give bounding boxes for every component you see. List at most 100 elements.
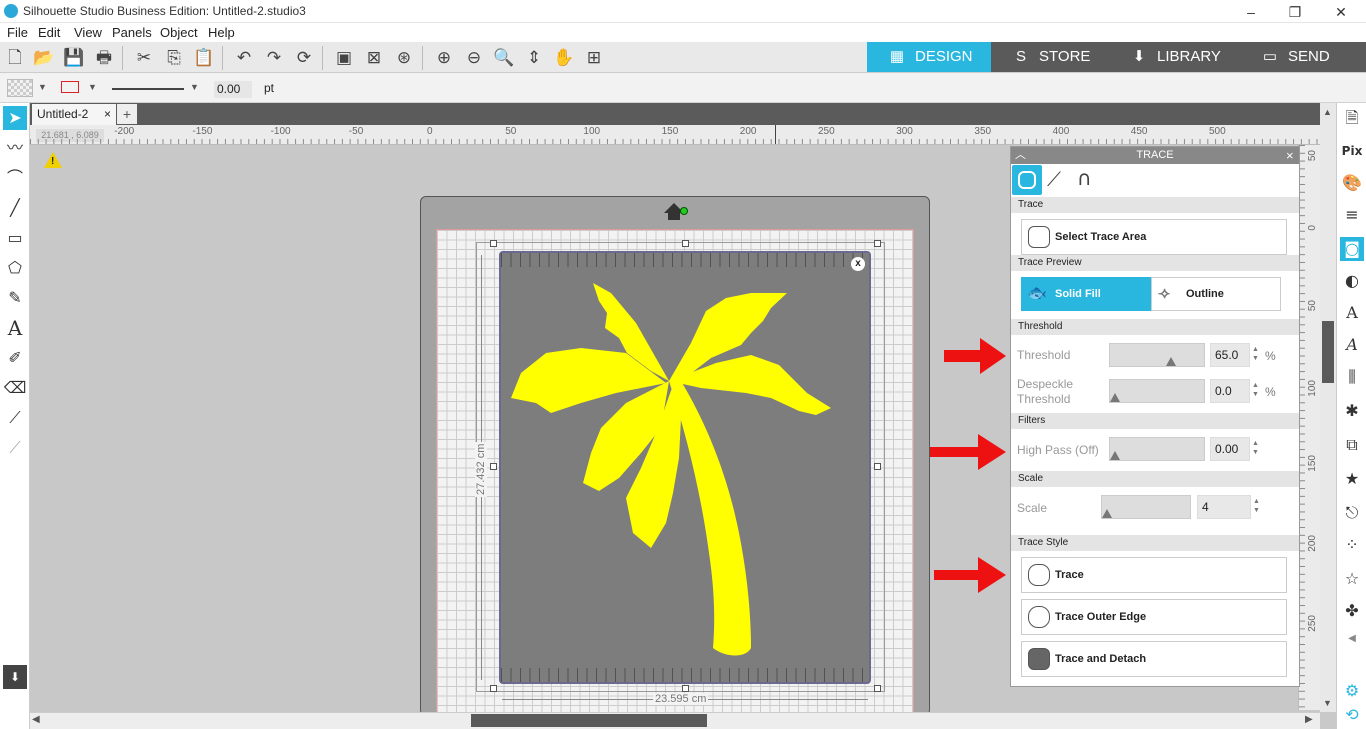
pencil-tool-icon[interactable]: ✎ (3, 286, 27, 310)
line-style-dropdown-icon[interactable]: ▼ (190, 82, 199, 92)
zoom-in-icon[interactable]: ⊕ (432, 47, 456, 69)
align-icon[interactable]: ⫼ (1340, 365, 1364, 389)
cut-icon[interactable]: ✂ (132, 47, 156, 69)
tab-send[interactable]: ▭ SEND (1240, 42, 1366, 72)
horizontal-scroll-thumb[interactable] (471, 714, 707, 727)
trace-panel-icon[interactable]: ◙ (1340, 237, 1364, 261)
select-by-color-icon[interactable]: ⊛ (392, 47, 416, 69)
resize-handle-bl[interactable] (490, 685, 497, 692)
resize-handle-mr[interactable] (874, 463, 881, 470)
scroll-up-icon[interactable]: ▲ (1323, 107, 1332, 117)
sketch-dots-icon[interactable]: ⁘ (1340, 533, 1364, 557)
zoom-out-icon[interactable]: ⊖ (462, 47, 486, 69)
resize-handle-ml[interactable] (490, 463, 497, 470)
menu-view[interactable]: View (74, 25, 102, 40)
undo-icon[interactable]: ↶ (232, 47, 256, 69)
resize-handle-tc[interactable] (682, 240, 689, 247)
collapse-right-icon[interactable]: ◀ (1340, 627, 1364, 651)
scroll-right-icon[interactable]: ▶ (1305, 714, 1313, 725)
line-style-panel-icon[interactable]: ≡ (1340, 203, 1364, 227)
resize-handle-br[interactable] (874, 685, 881, 692)
imported-image[interactable]: x (499, 251, 871, 684)
despeckle-slider[interactable] (1109, 379, 1205, 403)
eyedropper-tool-icon[interactable]: ⟋ (3, 436, 27, 460)
sync-icon[interactable]: ⟲ (1340, 703, 1364, 727)
threshold-spinner-icon[interactable]: ▲ ▼ (1252, 345, 1262, 363)
trace-panel-header[interactable]: TRACE ︿ × (1011, 147, 1299, 164)
pan-hand-icon[interactable]: ✋ (552, 47, 576, 69)
knife-tool-icon[interactable]: ⟋ (3, 406, 27, 430)
text-style-icon[interactable]: A (1340, 333, 1364, 357)
highpass-slider[interactable] (1109, 437, 1205, 461)
page-setup-icon[interactable]: 🗎 (1340, 106, 1364, 130)
document-tab[interactable]: Untitled-2 × (32, 104, 116, 125)
fit-page-icon[interactable]: ⊞ (582, 47, 606, 69)
collapse-chevron-icon[interactable]: ︿ (1015, 147, 1026, 164)
vertical-scrollbar[interactable]: ▲ ▼ (1320, 103, 1336, 712)
scale-slider[interactable] (1101, 495, 1191, 519)
highpass-slider-thumb[interactable] (1110, 451, 1120, 460)
offset-icon[interactable]: ⎋ (1340, 501, 1364, 525)
magnet-tab-icon[interactable]: ∩ (1077, 166, 1092, 190)
highpass-spinner-icon[interactable]: ▲ ▼ (1252, 439, 1262, 457)
replicate-icon[interactable]: ⧉ (1340, 433, 1364, 457)
menu-help[interactable]: Help (208, 25, 235, 40)
solid-fill-toggle[interactable]: 🐟 Solid Fill (1021, 277, 1151, 311)
text-panel-icon[interactable]: A (1340, 301, 1364, 325)
menu-edit[interactable]: Edit (38, 25, 60, 40)
rectangle-tool-icon[interactable]: ▭ (3, 226, 27, 250)
select-arrow-icon[interactable]: ➤ (3, 106, 27, 130)
print-icon[interactable]: 🖶 (92, 47, 116, 69)
vertical-scroll-thumb[interactable] (1322, 321, 1334, 383)
point-edit-icon[interactable]: 〰 (3, 136, 27, 160)
settings-gear-icon[interactable]: ⚙ (1340, 679, 1364, 703)
menu-object[interactable]: Object (160, 25, 198, 40)
curve-tool-icon[interactable]: ⌒ (3, 166, 27, 190)
horizontal-scrollbar[interactable]: ◀ ▶ (30, 712, 1320, 729)
new-file-icon[interactable]: 🗋 (3, 47, 27, 69)
eyedropper-tab-icon[interactable]: ⟋ (1047, 167, 1061, 191)
threshold-slider-thumb[interactable] (1165, 357, 1176, 366)
favorites-star-icon[interactable]: ★ (1340, 467, 1364, 491)
outline-toggle[interactable]: ⟢ Outline (1151, 277, 1281, 311)
threshold-input[interactable]: 65.0 (1210, 343, 1250, 367)
menu-file[interactable]: File (7, 25, 28, 40)
contrast-icon[interactable]: ◐ (1340, 269, 1364, 293)
scroll-left-icon[interactable]: ◀ (32, 714, 40, 725)
resize-handle-tl[interactable] (490, 240, 497, 247)
paste-icon[interactable]: 📋 (192, 47, 216, 69)
star-outline-icon[interactable]: ☆ (1340, 567, 1364, 591)
line-color-dropdown-icon[interactable]: ▼ (88, 82, 97, 92)
trace-panel-close-icon[interactable]: × (1286, 147, 1294, 164)
text-edit-icon[interactable]: ✐ (3, 346, 27, 370)
open-folder-icon[interactable]: 📂 (32, 47, 56, 69)
deselect-icon[interactable]: ⊠ (362, 47, 386, 69)
select-all-icon[interactable]: ▣ (332, 47, 356, 69)
scale-spinner-icon[interactable]: ▲ ▼ (1253, 497, 1263, 515)
line-color-swatch[interactable] (61, 81, 79, 93)
scale-input[interactable]: 4 (1197, 495, 1251, 519)
rotate-handle[interactable] (680, 207, 688, 215)
line-style-preview[interactable] (112, 88, 184, 90)
highpass-input[interactable]: 0.00 (1210, 437, 1250, 461)
line-tool-icon[interactable]: ╱ (3, 196, 27, 220)
scale-slider-thumb[interactable] (1102, 509, 1112, 518)
fill-swatch[interactable] (7, 79, 33, 97)
select-trace-area-button[interactable]: Select Trace Area (1021, 219, 1287, 255)
tab-design[interactable]: ▦ DESIGN (867, 42, 991, 72)
trace-tab[interactable] (1012, 165, 1042, 195)
polygon-tool-icon[interactable]: ⬠ (3, 256, 27, 280)
line-width-input[interactable]: 0.00 (214, 81, 252, 98)
threshold-slider[interactable] (1109, 343, 1205, 367)
eraser-tool-icon[interactable]: ⌫ (3, 376, 27, 400)
trace-and-detach-button[interactable]: Trace and Detach (1021, 641, 1287, 677)
move-icon[interactable]: ⇕ (522, 47, 546, 69)
minimize-button[interactable]: – (1228, 2, 1274, 22)
save-icon[interactable]: 💾 (62, 47, 86, 69)
trace-button[interactable]: Trace (1021, 557, 1287, 593)
zoom-select-icon[interactable]: 🔍 (492, 47, 516, 69)
scroll-down-icon[interactable]: ▼ (1323, 698, 1332, 708)
pixscan-icon[interactable]: Pix (1340, 139, 1364, 163)
fill-panel-icon[interactable]: 🎨 (1340, 171, 1364, 195)
import-icon[interactable]: ⬇ (3, 665, 27, 689)
